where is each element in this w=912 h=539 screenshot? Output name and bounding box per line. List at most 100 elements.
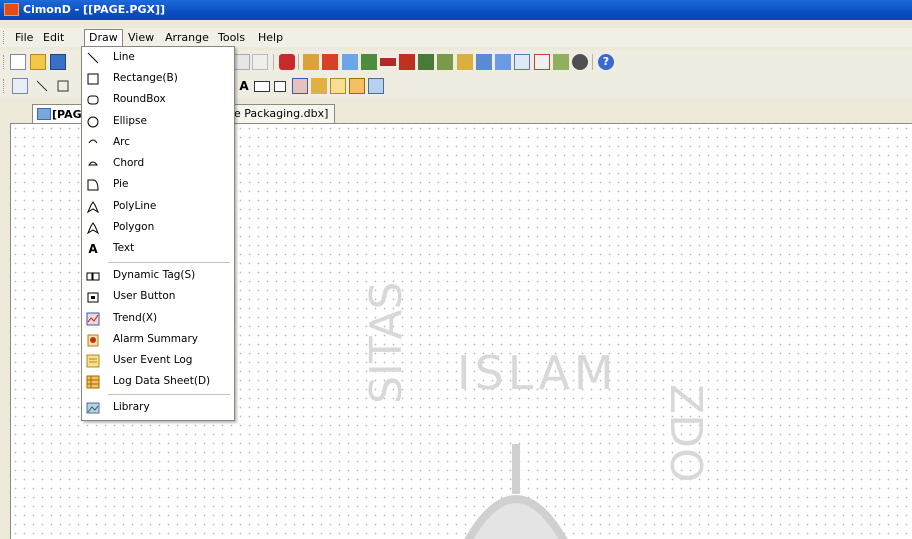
menu-item-label: Chord [113,157,145,169]
text-tool-icon[interactable]: A [236,78,252,94]
menu-item-roundbox[interactable]: RoundBox [82,89,232,110]
network-icon[interactable] [361,54,377,70]
menu-item-label: User Button [113,290,176,302]
menu-tools[interactable]: Tools [214,30,249,46]
menu-separator [108,394,230,395]
stop-icon[interactable] [279,54,295,70]
menu-item-user-event-log[interactable]: User Event Log [82,350,232,371]
connect-icon[interactable] [437,54,453,70]
menu-item-label: User Event Log [113,354,193,366]
alarm-icon[interactable] [399,54,415,70]
tab-packaging[interactable]: e Packaging.dbx] [234,104,336,123]
watermark-right-text: ZDO [660,384,711,483]
window-icon[interactable] [342,54,358,70]
save-icon[interactable] [50,54,66,70]
menu-item-label: Text [113,242,135,254]
menu-item-label: Alarm Summary [113,333,198,345]
menu-item-label: Pie [113,178,129,190]
toolbar-separator [592,54,593,70]
window-title: CimonD - [[PAGE.PGX]] [23,3,166,16]
menu-item-rectangle[interactable]: Rectange(B) [82,68,232,89]
menu-draw[interactable]: Draw [84,29,123,47]
menu-item-alarm-summary[interactable]: Alarm Summary [82,329,232,350]
replace-icon[interactable] [252,54,268,70]
chart-icon[interactable] [553,54,569,70]
toolbar-separator [273,54,274,70]
menu-item-arc[interactable]: Arc [82,132,232,153]
menu-file[interactable]: File [11,30,37,46]
user-event-log-icon [85,353,101,369]
menu-item-text[interactable]: A Text [82,238,232,259]
menu-item-label: Rectange(B) [113,72,178,84]
menu-item-dynamic-tag[interactable]: Dynamic Tag(S) [82,265,232,286]
database-icon[interactable] [476,54,492,70]
select-arrow-icon[interactable] [12,78,28,94]
user-button-icon [85,289,101,305]
menu-help[interactable]: Help [254,30,287,46]
new-file-icon[interactable] [10,54,26,70]
menu-item-label: Polygon [113,221,155,233]
menu-item-polyline[interactable]: PolyLine [82,196,232,217]
arc-icon [85,135,101,151]
line-tool-icon[interactable] [34,78,50,94]
alarm-summary-tool-icon[interactable] [311,78,327,94]
watermark-left-text: SITAS [361,281,412,404]
dynamic-tag-icon [85,268,101,284]
library-icon [85,400,101,416]
ellipse-icon [85,114,101,130]
dynamic-tag-tool-icon[interactable] [254,81,270,92]
menu-view[interactable]: View [124,30,158,46]
toolbar-separator [298,54,299,70]
menu-item-label: Line [113,51,135,63]
menu-item-trend[interactable]: Trend(X) [82,308,232,329]
menu-item-label: Dynamic Tag(S) [113,269,196,281]
calendar-icon[interactable] [534,54,550,70]
roundbox-icon [85,92,101,108]
pencil-icon[interactable] [322,54,338,70]
tool-icon[interactable] [303,54,319,70]
battery-icon[interactable] [380,58,396,66]
tab-page[interactable]: [PAG [32,104,84,125]
alarm-summary-icon [85,332,101,348]
polyline-icon [85,199,101,215]
rectangle-icon [85,71,101,87]
library-tool-icon[interactable] [368,78,384,94]
menu-item-label: Arc [113,136,131,148]
menu-edit[interactable]: Edit [39,30,68,46]
menu-item-label: Ellipse [113,115,147,127]
trend-icon [85,311,101,327]
rect-tool-icon[interactable] [55,78,71,94]
page-icon [37,108,51,120]
menu-arrange[interactable]: Arrange [161,30,213,46]
star-icon[interactable] [457,54,473,70]
users-icon[interactable] [418,54,434,70]
text-icon: A [88,242,98,256]
menu-item-polygon[interactable]: Polygon [82,217,232,238]
draw-menu: Line Rectange(B) RoundBox Ellipse Arc Ch… [81,46,235,421]
help-icon[interactable]: ? [598,54,614,70]
menu-item-user-button[interactable]: User Button [82,286,232,307]
menu-item-library[interactable]: Library [82,397,232,418]
tab-page-label: [PAG [52,108,82,121]
menu-item-pie[interactable]: Pie [82,174,232,195]
app-icon [4,3,19,16]
open-folder-icon[interactable] [30,54,46,70]
menu-item-ellipse[interactable]: Ellipse [82,111,232,132]
menu-item-log-data-sheet[interactable]: Log Data Sheet(D) [82,371,232,392]
title-bar: CimonD - [[PAGE.PGX]] [0,0,912,20]
menu-item-chord[interactable]: Chord [82,153,232,174]
menu-item-label: Trend(X) [113,312,158,324]
trend-tool-icon[interactable] [292,78,308,94]
log-data-sheet-icon [85,374,101,390]
link-icon[interactable] [495,54,511,70]
log-sheet-tool-icon[interactable] [349,78,365,94]
toolbar-grip [3,79,6,93]
report-icon[interactable] [514,54,530,70]
event-log-tool-icon[interactable] [330,78,346,94]
tab-packaging-label: e Packaging.dbx] [234,104,336,123]
menu-bar: File Edit Draw View Arrange Tools Help [0,28,912,47]
find-icon[interactable] [234,54,250,70]
menu-item-line[interactable]: Line [82,47,232,68]
user-button-tool-icon[interactable] [274,81,286,92]
script-icon[interactable] [572,54,588,70]
